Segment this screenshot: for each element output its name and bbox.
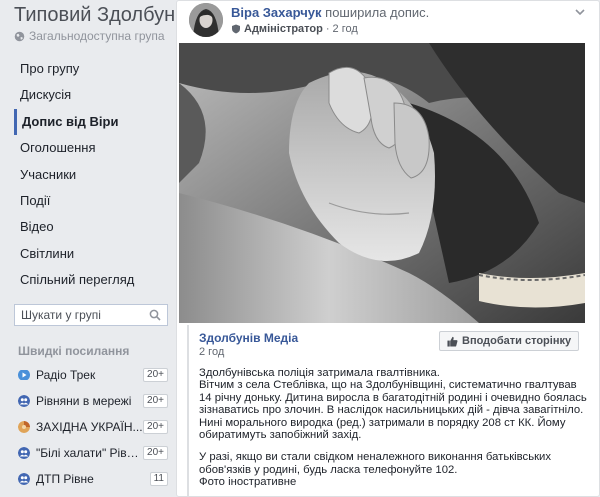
group-icon <box>18 447 30 459</box>
nav-item-post-from-vira[interactable]: Допис від Віри <box>14 108 170 136</box>
video-icon <box>18 370 30 380</box>
nav-item-about[interactable]: Про групу <box>14 56 170 82</box>
meta-separator: · <box>325 23 330 35</box>
author-name[interactable]: Віра Захарчук <box>231 5 322 20</box>
avatar[interactable] <box>189 3 223 37</box>
quick-link-label: ДТП Рівне <box>36 472 94 486</box>
globe-icon <box>14 31 25 41</box>
post-time[interactable]: 2 год <box>333 23 358 35</box>
left-sidebar: Типовий Здолбунів Загальнодоступна група… <box>0 0 190 497</box>
author-action: поширила допис. <box>325 5 430 20</box>
group-icon <box>18 473 30 485</box>
quick-link-badge: 11 <box>149 472 168 486</box>
group-privacy: Загальнодоступна група <box>14 29 165 43</box>
avatar-image <box>189 3 223 37</box>
shield-icon <box>232 24 240 34</box>
quick-link-badge: 20+ <box>143 420 168 434</box>
shared-page-name[interactable]: Здолбунів Медіа <box>199 331 298 345</box>
quick-link-item[interactable]: ЗАХІДНА УКРАЇН... 20+ <box>18 414 168 440</box>
quick-link-badge: 20+ <box>143 394 168 408</box>
post-photo[interactable] <box>179 43 585 323</box>
nav-item-videos[interactable]: Відео <box>14 214 170 240</box>
quick-link-item[interactable]: ДТП Рівне 11 <box>18 466 168 492</box>
post-card: Віра Захарчук поширила допис. Адміністра… <box>176 0 600 497</box>
group-nav: Про групу Дискусія Допис від Віри Оголош… <box>14 56 170 294</box>
nav-item-events[interactable]: Події <box>14 188 170 214</box>
quick-links-title: Швидкі посилання <box>18 344 130 358</box>
chevron-down-icon[interactable] <box>573 5 587 19</box>
quick-link-item[interactable]: "Білі халати" Рівного 20+ <box>18 440 168 466</box>
nav-item-discussion[interactable]: Дискусія <box>14 82 170 108</box>
shared-post: Здолбунів Медіа 2 год Вподобати сторінку… <box>187 325 587 496</box>
author-line: Віра Захарчук поширила допис. <box>231 5 429 20</box>
quick-link-item[interactable]: Рівняни в мережі 20+ <box>18 388 168 414</box>
group-title[interactable]: Типовий Здолбунів <box>14 4 190 27</box>
quick-link-item[interactable]: Радіо Трек 20+ <box>18 362 168 388</box>
search-icon[interactable] <box>149 309 161 321</box>
nav-item-watch-party[interactable]: Спільний перегляд <box>14 267 170 293</box>
quick-link-label: Рівняни в мережі <box>36 394 132 408</box>
quick-link-label: "Білі халати" Рівного <box>36 446 144 460</box>
post-paragraph: У разі, якщо ви стали свідком неналежног… <box>199 451 551 489</box>
quick-link-badge: 20+ <box>143 446 168 460</box>
pie-icon <box>18 421 30 433</box>
group-search[interactable] <box>14 304 168 326</box>
group-icon <box>18 395 30 407</box>
shared-post-time[interactable]: 2 год <box>199 346 224 358</box>
quick-links: Радіо Трек 20+ Рівняни в мережі 20+ ЗАХІ… <box>18 362 168 492</box>
nav-item-announcements[interactable]: Оголошення <box>14 135 170 161</box>
role-label: Адміністратор <box>244 23 323 35</box>
thumbs-up-icon <box>447 336 458 347</box>
post-paragraph: Здолбунівська поліція затримала гвалтівн… <box>199 367 587 442</box>
like-page-label: Вподобати сторінку <box>462 335 572 347</box>
post-header: Віра Захарчук поширила допис. Адміністра… <box>187 1 591 43</box>
post-meta: Адміністратор · 2 год <box>231 23 358 35</box>
post-photo-image <box>179 43 585 323</box>
group-search-input[interactable] <box>21 308 145 322</box>
quick-link-label: Радіо Трек <box>36 368 96 382</box>
nav-item-members[interactable]: Учасники <box>14 162 170 188</box>
nav-item-photos[interactable]: Світлини <box>14 241 170 267</box>
group-privacy-label: Загальнодоступна група <box>29 29 165 43</box>
quick-link-badge: 20+ <box>143 368 168 382</box>
like-page-button[interactable]: Вподобати сторінку <box>439 331 580 351</box>
quick-link-label: ЗАХІДНА УКРАЇН... <box>36 420 143 434</box>
post-text: Здолбунівська поліція затримала гвалтівн… <box>199 367 587 496</box>
